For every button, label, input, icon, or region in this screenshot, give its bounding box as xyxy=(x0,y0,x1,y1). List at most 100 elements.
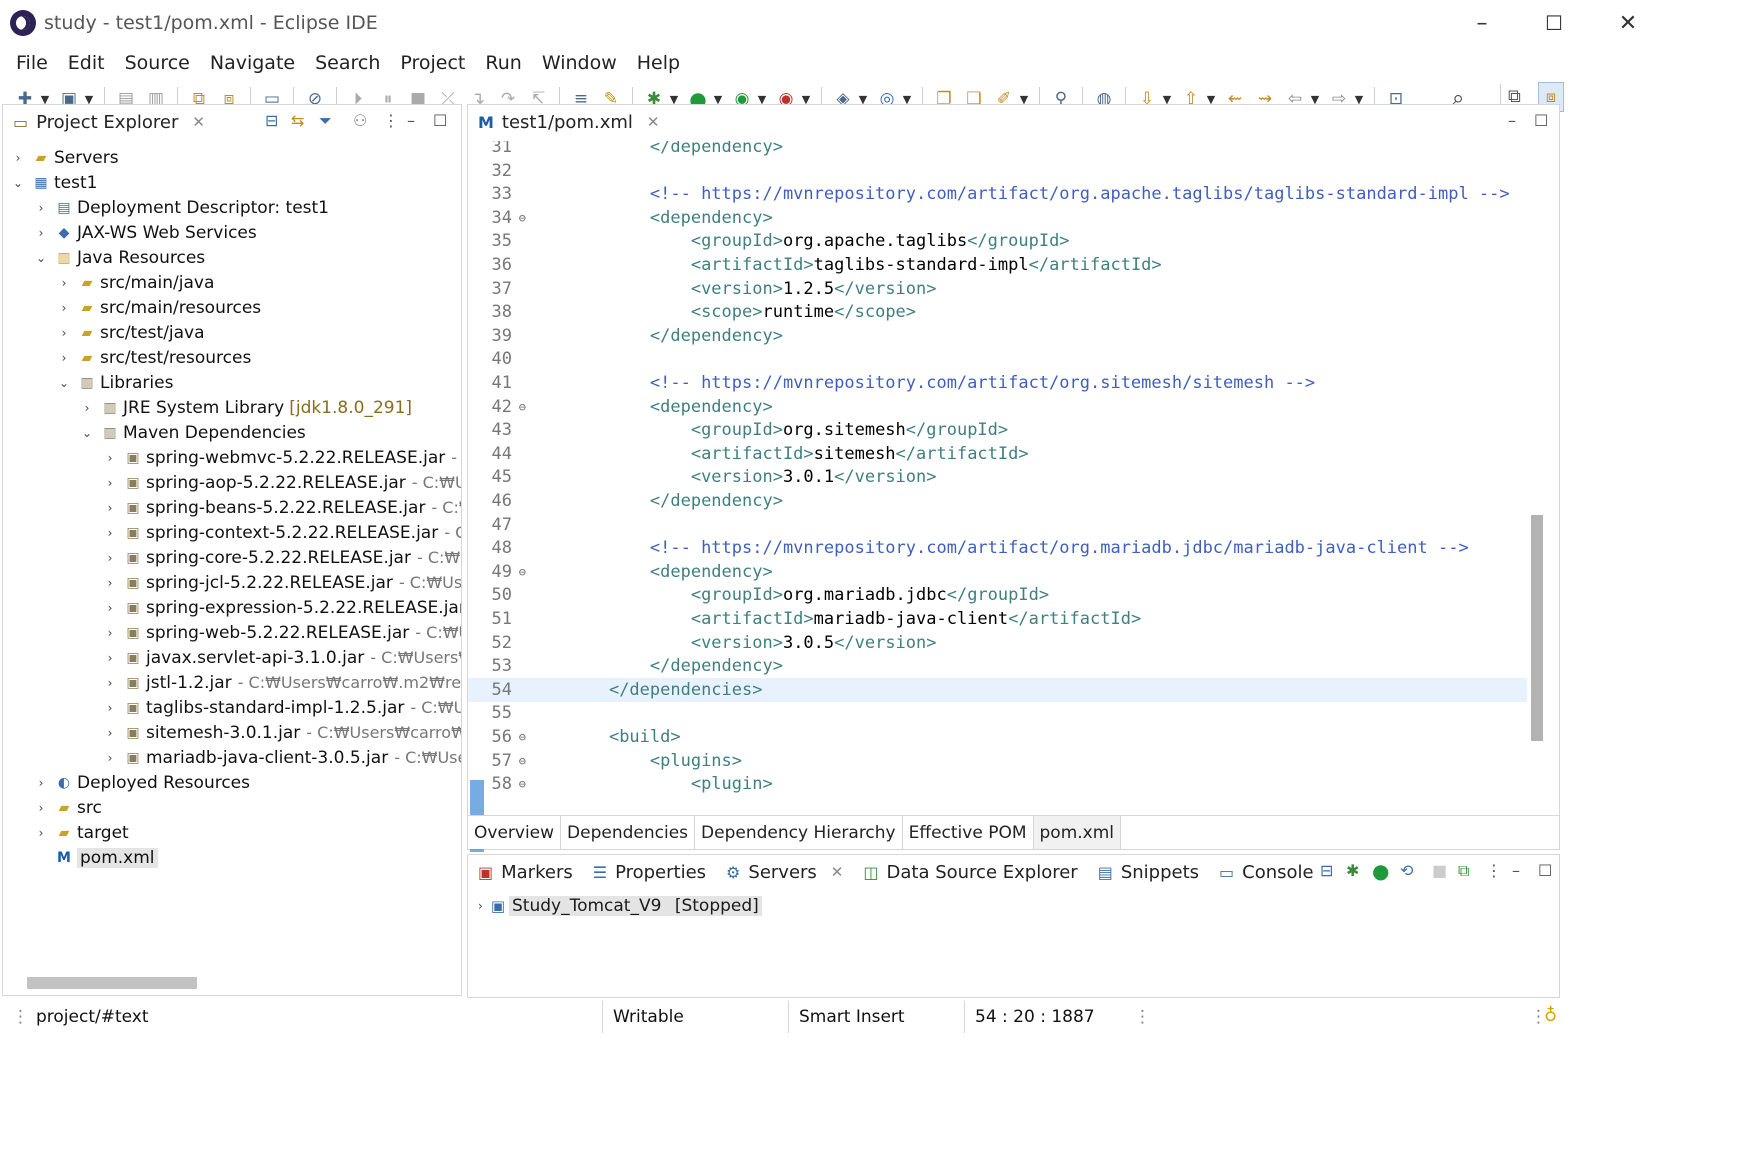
code-editor[interactable]: 31 </dependency> 32 33 <!-- https://mvnrep… xyxy=(468,141,1527,795)
tab-pom-xml[interactable]: pom.xml xyxy=(1033,816,1121,849)
chevron-right-icon[interactable]: › xyxy=(103,501,117,515)
editor-vertical-scrollbar[interactable] xyxy=(1531,515,1543,741)
fold-collapse-icon[interactable]: ⊖ xyxy=(519,400,526,414)
tree-item[interactable]: Mpom.xml xyxy=(34,845,158,870)
maximize-button[interactable]: ☐ xyxy=(1518,0,1590,46)
chevron-right-icon[interactable]: › xyxy=(103,601,117,615)
fold-collapse-icon[interactable]: ⊖ xyxy=(519,754,526,768)
chevron-right-icon[interactable]: › xyxy=(34,826,48,840)
chevron-right-icon[interactable]: › xyxy=(103,751,117,765)
profile-server-icon[interactable]: ⟲ xyxy=(1400,861,1413,880)
close-button[interactable]: ✕ xyxy=(1592,0,1664,46)
chevron-right-icon[interactable]: › xyxy=(103,526,117,540)
tree-item[interactable]: ›▣spring-expression-5.2.22.RELEASE.jar- … xyxy=(103,595,461,620)
chevron-right-icon[interactable]: › xyxy=(34,201,48,215)
publish-icon[interactable]: ⧉ xyxy=(1458,861,1469,881)
code-line[interactable]: 41 <!-- https://mvnrepository.com/artifa… xyxy=(468,371,1527,395)
focus-icon[interactable]: ⚇ xyxy=(353,111,367,130)
chevron-down-icon[interactable]: ⌄ xyxy=(80,426,94,440)
tree-item[interactable]: › ▤ Deployment Descriptor: test1 xyxy=(34,195,329,220)
menu-search[interactable]: Search xyxy=(305,52,390,74)
fold-collapse-icon[interactable]: ⊖ xyxy=(519,565,526,579)
tree-item[interactable]: › ▣ spring-webmvc-5.2.22.RELEASE.jar - C:₩U… xyxy=(103,445,461,470)
tree-item[interactable]: › ▰ src/test/java xyxy=(57,320,205,345)
chevron-right-icon[interactable]: › xyxy=(57,301,71,315)
chevron-down-icon[interactable]: ⌄ xyxy=(34,251,48,265)
tab-dependencies[interactable]: Dependencies xyxy=(561,816,696,849)
tree-item[interactable]: › ▣ jstl-1.2.jar - C:₩Users₩carro₩.m2₩repos… xyxy=(103,670,461,695)
view-menu-icon[interactable]: ⋮ xyxy=(383,111,399,130)
tree-item[interactable]: ⌄ ▥ Libraries xyxy=(57,370,173,395)
server-item[interactable]: › ▣ Study_Tomcat_V9 [Stopped] xyxy=(478,893,762,919)
maximize-bottom-icon[interactable]: ☐ xyxy=(1538,861,1552,880)
chevron-right-icon[interactable]: › xyxy=(103,451,117,465)
chevron-right-icon[interactable]: › xyxy=(103,576,117,590)
code-line[interactable]: 43 <groupId>org.sitemesh</groupId> xyxy=(468,418,1527,442)
tree-item[interactable]: › ▣ javax.servlet-api-3.1.0.jar - C:₩Users₩… xyxy=(103,645,461,670)
tree-item[interactable]: › ◆ JAX-WS Web Services xyxy=(34,220,257,245)
tree-item[interactable]: › ▣ spring-web-5.2.22.RELEASE.jar - C:₩User… xyxy=(103,620,461,645)
tab-properties[interactable]: ☰ Properties xyxy=(583,855,716,891)
chevron-right-icon[interactable]: › xyxy=(103,476,117,490)
chevron-right-icon[interactable]: › xyxy=(34,776,48,790)
close-icon[interactable]: ✕ xyxy=(831,863,844,881)
stop-server-icon[interactable]: ■ xyxy=(1432,861,1447,880)
tab-data-source-explorer[interactable]: ◫ Data Source Explorer xyxy=(853,855,1087,891)
tree-item[interactable]: › ▣ spring-core-5.2.22.RELEASE.jar - C:₩Use… xyxy=(103,545,461,570)
tree-item[interactable]: › ▣ spring-context-5.2.22.RELEASE.jar - C:₩… xyxy=(103,520,461,545)
code-line[interactable]: 36 <artifactId>taglibs-standard-impl</ar… xyxy=(468,253,1527,277)
tab-pom-xml[interactable]: M test1/pom.xml ✕ xyxy=(468,105,670,141)
filter-icon[interactable]: ⏷ xyxy=(319,111,332,131)
tab-dependency-hierarchy[interactable]: Dependency Hierarchy xyxy=(695,816,903,849)
code-line[interactable]: 31 </dependency> xyxy=(468,141,1527,159)
chevron-right-icon[interactable]: › xyxy=(57,351,71,365)
minimize-editor-icon[interactable]: – xyxy=(1508,111,1516,130)
menu-source[interactable]: Source xyxy=(115,52,200,74)
tab-console[interactable]: ▭ Console xyxy=(1209,855,1324,891)
collapse-all-icon[interactable]: ⊟ xyxy=(265,111,278,130)
code-line[interactable]: 38 <scope>runtime</scope> xyxy=(468,300,1527,324)
menu-run[interactable]: Run xyxy=(475,52,531,74)
menu-edit[interactable]: Edit xyxy=(58,52,115,74)
maximize-editor-icon[interactable]: ☐ xyxy=(1534,111,1548,130)
tree-item[interactable]: › ▣ sitemesh-3.0.1.jar - C:₩Users₩carro₩.m2… xyxy=(103,720,461,745)
code-line[interactable]: 46 </dependency> xyxy=(468,489,1527,513)
code-line[interactable]: 44 <artifactId>sitemesh</artifactId> xyxy=(468,442,1527,466)
tree-item[interactable]: › ▣ spring-beans-5.2.22.RELEASE.jar - C:₩Us… xyxy=(103,495,461,520)
fold-collapse-icon[interactable]: ⊖ xyxy=(519,777,526,791)
close-icon[interactable]: ✕ xyxy=(647,113,660,131)
fold-collapse-icon[interactable]: ⊖ xyxy=(519,730,526,744)
chevron-right-icon[interactable]: › xyxy=(80,401,94,415)
chevron-right-icon[interactable]: › xyxy=(103,701,117,715)
chevron-right-icon[interactable]: › xyxy=(34,226,48,240)
code-line[interactable]: 33 <!-- https://mvnrepository.com/artifa… xyxy=(468,182,1527,206)
fold-collapse-icon[interactable]: ⊖ xyxy=(519,211,526,225)
chevron-right-icon[interactable]: › xyxy=(103,626,117,640)
minimize-view-icon[interactable]: – xyxy=(407,111,415,130)
maximize-view-icon[interactable]: ☐ xyxy=(433,111,447,130)
code-line[interactable]: 57 ⊖ <plugins> xyxy=(468,749,1527,773)
tab-servers[interactable]: ⚙ Servers ✕ xyxy=(716,855,854,891)
collapse-icon[interactable]: ⊟ xyxy=(1320,861,1333,880)
tree-item[interactable]: › ▰ src/main/java xyxy=(57,270,215,295)
chevron-right-icon[interactable]: › xyxy=(103,676,117,690)
code-line[interactable]: 48 <!-- https://mvnrepository.com/artifa… xyxy=(468,536,1527,560)
chevron-right-icon[interactable]: › xyxy=(478,899,483,913)
minimize-button[interactable]: – xyxy=(1446,0,1518,46)
chevron-right-icon[interactable]: › xyxy=(34,801,48,815)
code-line[interactable]: 56 ⊖ <build> xyxy=(468,725,1527,749)
tab-markers[interactable]: ▣ Markers xyxy=(468,855,583,891)
code-line[interactable]: 35 <groupId>org.apache.taglibs</groupId> xyxy=(468,229,1527,253)
code-line[interactable]: 47 xyxy=(468,513,1527,537)
chevron-down-icon[interactable]: ⌄ xyxy=(57,376,71,390)
tree-item[interactable]: › ▣ mariadb-java-client-3.0.5.jar - C:₩User… xyxy=(103,745,461,770)
debug-server-icon[interactable]: ✱ xyxy=(1346,861,1359,880)
code-line[interactable]: 49 ⊖ <dependency> xyxy=(468,560,1527,584)
menu-help[interactable]: Help xyxy=(627,52,690,74)
explorer-horizontal-scrollbar[interactable] xyxy=(27,977,197,989)
code-line[interactable]: 34 ⊖ <dependency> xyxy=(468,206,1527,230)
code-line[interactable]: 39 </dependency> xyxy=(468,324,1527,348)
code-line[interactable]: 45 <version>3.0.1</version> xyxy=(468,465,1527,489)
tab-snippets[interactable]: ▤ Snippets xyxy=(1088,855,1209,891)
tab-project-explorer[interactable]: ▭ Project Explorer ✕ xyxy=(3,105,215,141)
